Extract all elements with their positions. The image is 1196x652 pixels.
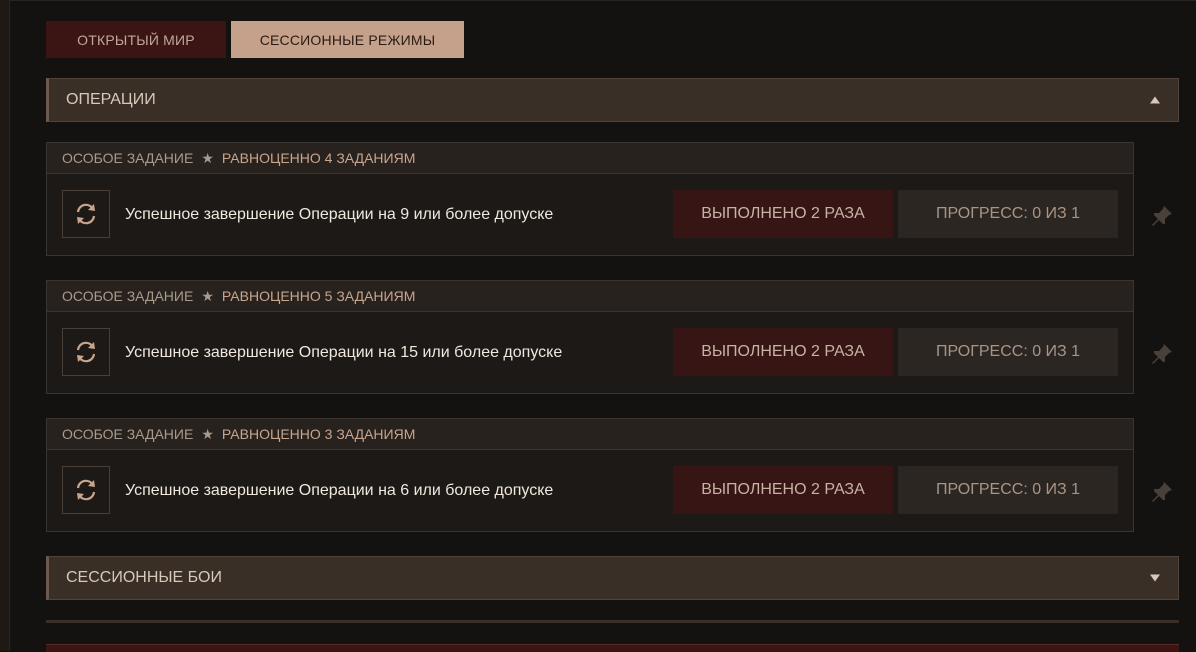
chevron-down-icon	[1150, 574, 1160, 582]
window-frame-top	[9, 0, 1196, 1]
progress-badge: ПРОГРЕСС: 0 ИЗ 1	[898, 190, 1118, 238]
completed-count-badge: ВЫПОЛНЕНО 2 РАЗА	[673, 190, 893, 238]
section-session-battles-header[interactable]: СЕССИОННЫЕ БОИ	[46, 556, 1179, 600]
star-icon: ★	[201, 287, 214, 304]
completed-count-badge: ВЫПОЛНЕНО 2 РАЗА	[673, 466, 893, 514]
tab-open-world[interactable]: ОТКРЫТЫЙ МИР	[46, 21, 226, 58]
pin-icon[interactable]	[1150, 480, 1174, 504]
refresh-button[interactable]	[62, 466, 110, 514]
task-type: ОСОБОЕ ЗАДАНИЕ	[62, 288, 194, 304]
section-operations-header[interactable]: ОПЕРАЦИИ	[46, 78, 1179, 122]
refresh-button[interactable]	[62, 328, 110, 376]
refresh-icon	[76, 479, 96, 501]
task-card-body: Успешное завершение Операции на 15 или б…	[47, 312, 1133, 393]
task-description: Успешное завершение Операции на 9 или бо…	[125, 206, 554, 223]
completed-count-badge: ВЫПОЛНЕНО 2 РАЗА	[673, 328, 893, 376]
section-operations-title: ОПЕРАЦИИ	[66, 91, 156, 108]
window-frame-left	[0, 0, 10, 651]
refresh-icon	[76, 341, 96, 363]
task-card-header: ОСОБОЕ ЗАДАНИЕ ★ РАВНОЦЕННО 4 ЗАДАНИЯМ	[47, 143, 1133, 174]
section-session-battles-title: СЕССИОННЫЕ БОИ	[66, 569, 222, 586]
task-description: Успешное завершение Операции на 6 или бо…	[125, 482, 554, 499]
task-equivalent: РАВНОЦЕННО 4 ЗАДАНИЯМ	[221, 150, 416, 166]
task-description: Успешное завершение Операции на 15 или б…	[125, 344, 563, 361]
task-card: ОСОБОЕ ЗАДАНИЕ ★ РАВНОЦЕННО 4 ЗАДАНИЯМ У…	[46, 142, 1134, 256]
task-type: ОСОБОЕ ЗАДАНИЕ	[62, 150, 194, 166]
star-icon: ★	[201, 149, 214, 166]
star-icon: ★	[201, 425, 214, 442]
task-card: ОСОБОЕ ЗАДАНИЕ ★ РАВНОЦЕННО 3 ЗАДАНИЯМ У…	[46, 418, 1134, 532]
task-type: ОСОБОЕ ЗАДАНИЕ	[62, 426, 194, 442]
pin-icon[interactable]	[1150, 342, 1174, 366]
progress-badge: ПРОГРЕСС: 0 ИЗ 1	[898, 466, 1118, 514]
tab-session-modes[interactable]: СЕССИОННЫЕ РЕЖИМЫ	[231, 21, 464, 58]
task-card-body: Успешное завершение Операции на 9 или бо…	[47, 174, 1133, 255]
task-equivalent: РАВНОЦЕННО 5 ЗАДАНИЯМ	[221, 288, 416, 304]
task-card-header: ОСОБОЕ ЗАДАНИЕ ★ РАВНОЦЕННО 5 ЗАДАНИЯМ	[47, 281, 1133, 312]
pin-icon[interactable]	[1150, 204, 1174, 228]
next-section-edge	[46, 620, 1179, 623]
task-card-body: Успешное завершение Операции на 6 или бо…	[47, 450, 1133, 531]
refresh-icon	[76, 203, 96, 225]
progress-badge: ПРОГРЕСС: 0 ИЗ 1	[898, 328, 1118, 376]
task-card: ОСОБОЕ ЗАДАНИЕ ★ РАВНОЦЕННО 5 ЗАДАНИЯМ У…	[46, 280, 1134, 394]
task-equivalent: РАВНОЦЕННО 3 ЗАДАНИЯМ	[221, 426, 416, 442]
task-card-header: ОСОБОЕ ЗАДАНИЕ ★ РАВНОЦЕННО 3 ЗАДАНИЯМ	[47, 419, 1133, 450]
chevron-up-icon	[1150, 96, 1160, 104]
refresh-button[interactable]	[62, 190, 110, 238]
